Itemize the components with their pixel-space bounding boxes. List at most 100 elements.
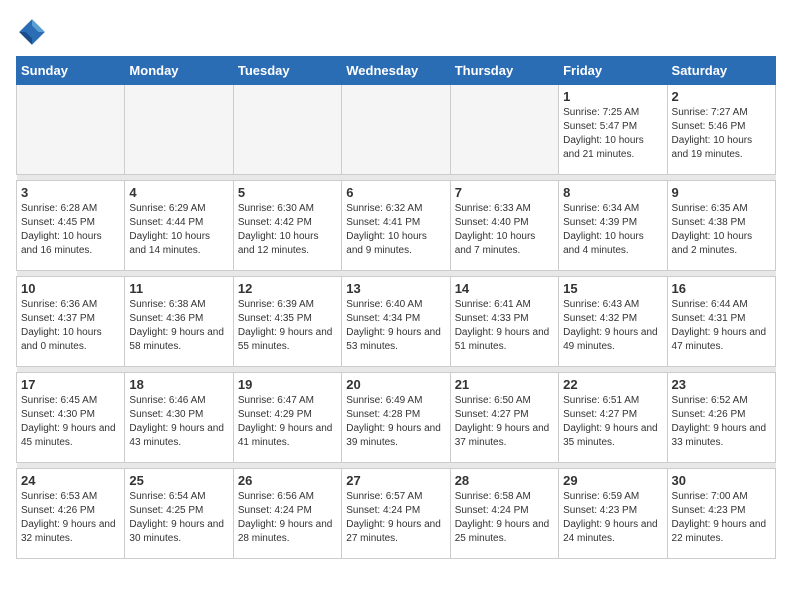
- day-number: 2: [672, 89, 771, 104]
- day-info: Sunrise: 7:25 AM Sunset: 5:47 PM Dayligh…: [563, 106, 662, 162]
- calendar-day-cell: 29 Sunrise: 6:59 AM Sunset: 4:23 PM Dayli…: [559, 469, 667, 559]
- day-info: Sunrise: 6:30 AM Sunset: 4:42 PM Dayligh…: [238, 202, 337, 258]
- day-number: 5: [238, 185, 337, 200]
- calendar-day-cell: 1 Sunrise: 7:25 AM Sunset: 5:47 PM Daylig…: [559, 85, 667, 175]
- day-number: 11: [129, 281, 228, 296]
- calendar-table: SundayMondayTuesdayWednesdayThursdayFrid…: [16, 56, 776, 559]
- day-info: Sunrise: 6:53 AM Sunset: 4:26 PM Dayligh…: [21, 490, 120, 546]
- calendar-day-cell: 15 Sunrise: 6:43 AM Sunset: 4:32 PM Dayli…: [559, 277, 667, 367]
- calendar-day-cell: 10 Sunrise: 6:36 AM Sunset: 4:37 PM Dayli…: [17, 277, 125, 367]
- day-number: 3: [21, 185, 120, 200]
- day-number: 1: [563, 89, 662, 104]
- day-info: Sunrise: 6:33 AM Sunset: 4:40 PM Dayligh…: [455, 202, 554, 258]
- calendar-day-cell: 3 Sunrise: 6:28 AM Sunset: 4:45 PM Daylig…: [17, 181, 125, 271]
- day-info: Sunrise: 6:35 AM Sunset: 4:38 PM Dayligh…: [672, 202, 771, 258]
- day-info: Sunrise: 6:34 AM Sunset: 4:39 PM Dayligh…: [563, 202, 662, 258]
- day-number: 7: [455, 185, 554, 200]
- calendar-day-cell: 7 Sunrise: 6:33 AM Sunset: 4:40 PM Daylig…: [450, 181, 558, 271]
- page-header: [16, 16, 776, 48]
- calendar-week-row: 1 Sunrise: 7:25 AM Sunset: 5:47 PM Daylig…: [17, 85, 776, 175]
- calendar-day-cell: [342, 85, 450, 175]
- calendar-week-row: 17Sunrise: 6:45 AM Sunset: 4:30 PM Dayli…: [17, 373, 776, 463]
- day-number: 21: [455, 377, 554, 392]
- day-number: 12: [238, 281, 337, 296]
- day-of-week-header: Thursday: [450, 57, 558, 85]
- logo: [16, 16, 52, 48]
- day-number: 18: [129, 377, 228, 392]
- day-info: Sunrise: 6:46 AM Sunset: 4:30 PM Dayligh…: [129, 394, 228, 450]
- calendar-week-row: 24 Sunrise: 6:53 AM Sunset: 4:26 PM Dayli…: [17, 469, 776, 559]
- day-info: Sunrise: 6:50 AM Sunset: 4:27 PM Dayligh…: [455, 394, 554, 450]
- day-number: 30: [672, 473, 771, 488]
- day-number: 25: [129, 473, 228, 488]
- day-info: Sunrise: 6:44 AM Sunset: 4:31 PM Dayligh…: [672, 298, 771, 354]
- day-info: Sunrise: 6:39 AM Sunset: 4:35 PM Dayligh…: [238, 298, 337, 354]
- day-of-week-header: Friday: [559, 57, 667, 85]
- day-number: 15: [563, 281, 662, 296]
- calendar-day-cell: 4 Sunrise: 6:29 AM Sunset: 4:44 PM Daylig…: [125, 181, 233, 271]
- calendar-day-cell: 8 Sunrise: 6:34 AM Sunset: 4:39 PM Daylig…: [559, 181, 667, 271]
- calendar-day-cell: 2 Sunrise: 7:27 AM Sunset: 5:46 PM Daylig…: [667, 85, 775, 175]
- calendar-day-cell: 19 Sunrise: 6:47 AM Sunset: 4:29 PM Dayli…: [233, 373, 341, 463]
- day-number: 29: [563, 473, 662, 488]
- day-info: Sunrise: 6:57 AM Sunset: 4:24 PM Dayligh…: [346, 490, 445, 546]
- day-info: Sunrise: 6:56 AM Sunset: 4:24 PM Dayligh…: [238, 490, 337, 546]
- calendar-day-cell: [125, 85, 233, 175]
- day-info: Sunrise: 6:58 AM Sunset: 4:24 PM Dayligh…: [455, 490, 554, 546]
- calendar-day-cell: 26 Sunrise: 6:56 AM Sunset: 4:24 PM Dayli…: [233, 469, 341, 559]
- day-info: Sunrise: 6:43 AM Sunset: 4:32 PM Dayligh…: [563, 298, 662, 354]
- day-number: 4: [129, 185, 228, 200]
- day-info: Sunrise: 7:00 AM Sunset: 4:23 PM Dayligh…: [672, 490, 771, 546]
- day-info: Sunrise: 6:49 AM Sunset: 4:28 PM Dayligh…: [346, 394, 445, 450]
- calendar-day-cell: 21 Sunrise: 6:50 AM Sunset: 4:27 PM Dayli…: [450, 373, 558, 463]
- day-of-week-header: Monday: [125, 57, 233, 85]
- calendar-day-cell: [450, 85, 558, 175]
- calendar-day-cell: 17Sunrise: 6:45 AM Sunset: 4:30 PM Dayli…: [17, 373, 125, 463]
- calendar-week-row: 3 Sunrise: 6:28 AM Sunset: 4:45 PM Daylig…: [17, 181, 776, 271]
- day-info: Sunrise: 6:32 AM Sunset: 4:41 PM Dayligh…: [346, 202, 445, 258]
- day-number: 26: [238, 473, 337, 488]
- day-number: 19: [238, 377, 337, 392]
- day-number: 16: [672, 281, 771, 296]
- calendar-day-cell: 6 Sunrise: 6:32 AM Sunset: 4:41 PM Daylig…: [342, 181, 450, 271]
- day-info: Sunrise: 6:47 AM Sunset: 4:29 PM Dayligh…: [238, 394, 337, 450]
- day-number: 27: [346, 473, 445, 488]
- day-of-week-header: Tuesday: [233, 57, 341, 85]
- calendar-day-cell: 14Sunrise: 6:41 AM Sunset: 4:33 PM Dayli…: [450, 277, 558, 367]
- day-number: 10: [21, 281, 120, 296]
- calendar-day-cell: 27 Sunrise: 6:57 AM Sunset: 4:24 PM Dayli…: [342, 469, 450, 559]
- day-info: Sunrise: 6:40 AM Sunset: 4:34 PM Dayligh…: [346, 298, 445, 354]
- day-info: Sunrise: 6:38 AM Sunset: 4:36 PM Dayligh…: [129, 298, 228, 354]
- day-number: 9: [672, 185, 771, 200]
- day-info: Sunrise: 6:28 AM Sunset: 4:45 PM Dayligh…: [21, 202, 120, 258]
- calendar-day-cell: 23 Sunrise: 6:52 AM Sunset: 4:26 PM Dayli…: [667, 373, 775, 463]
- calendar-day-cell: 30 Sunrise: 7:00 AM Sunset: 4:23 PM Dayli…: [667, 469, 775, 559]
- day-number: 6: [346, 185, 445, 200]
- calendar-day-cell: 22 Sunrise: 6:51 AM Sunset: 4:27 PM Dayli…: [559, 373, 667, 463]
- day-number: 8: [563, 185, 662, 200]
- day-info: Sunrise: 6:36 AM Sunset: 4:37 PM Dayligh…: [21, 298, 120, 354]
- calendar-header-row: SundayMondayTuesdayWednesdayThursdayFrid…: [17, 57, 776, 85]
- day-info: Sunrise: 6:29 AM Sunset: 4:44 PM Dayligh…: [129, 202, 228, 258]
- calendar-day-cell: [233, 85, 341, 175]
- day-number: 22: [563, 377, 662, 392]
- day-info: Sunrise: 6:52 AM Sunset: 4:26 PM Dayligh…: [672, 394, 771, 450]
- calendar-day-cell: 28 Sunrise: 6:58 AM Sunset: 4:24 PM Dayli…: [450, 469, 558, 559]
- day-of-week-header: Sunday: [17, 57, 125, 85]
- calendar-day-cell: 16 Sunrise: 6:44 AM Sunset: 4:31 PM Dayli…: [667, 277, 775, 367]
- day-number: 13: [346, 281, 445, 296]
- day-of-week-header: Wednesday: [342, 57, 450, 85]
- day-number: 23: [672, 377, 771, 392]
- calendar-day-cell: 20Sunrise: 6:49 AM Sunset: 4:28 PM Dayli…: [342, 373, 450, 463]
- day-info: Sunrise: 6:51 AM Sunset: 4:27 PM Dayligh…: [563, 394, 662, 450]
- day-number: 17: [21, 377, 120, 392]
- calendar-week-row: 10 Sunrise: 6:36 AM Sunset: 4:37 PM Dayli…: [17, 277, 776, 367]
- day-info: Sunrise: 7:27 AM Sunset: 5:46 PM Dayligh…: [672, 106, 771, 162]
- day-number: 28: [455, 473, 554, 488]
- logo-icon: [16, 16, 48, 48]
- day-info: Sunrise: 6:59 AM Sunset: 4:23 PM Dayligh…: [563, 490, 662, 546]
- calendar-day-cell: 12 Sunrise: 6:39 AM Sunset: 4:35 PM Dayli…: [233, 277, 341, 367]
- day-number: 24: [21, 473, 120, 488]
- calendar-day-cell: 13 Sunrise: 6:40 AM Sunset: 4:34 PM Dayli…: [342, 277, 450, 367]
- day-number: 14: [455, 281, 554, 296]
